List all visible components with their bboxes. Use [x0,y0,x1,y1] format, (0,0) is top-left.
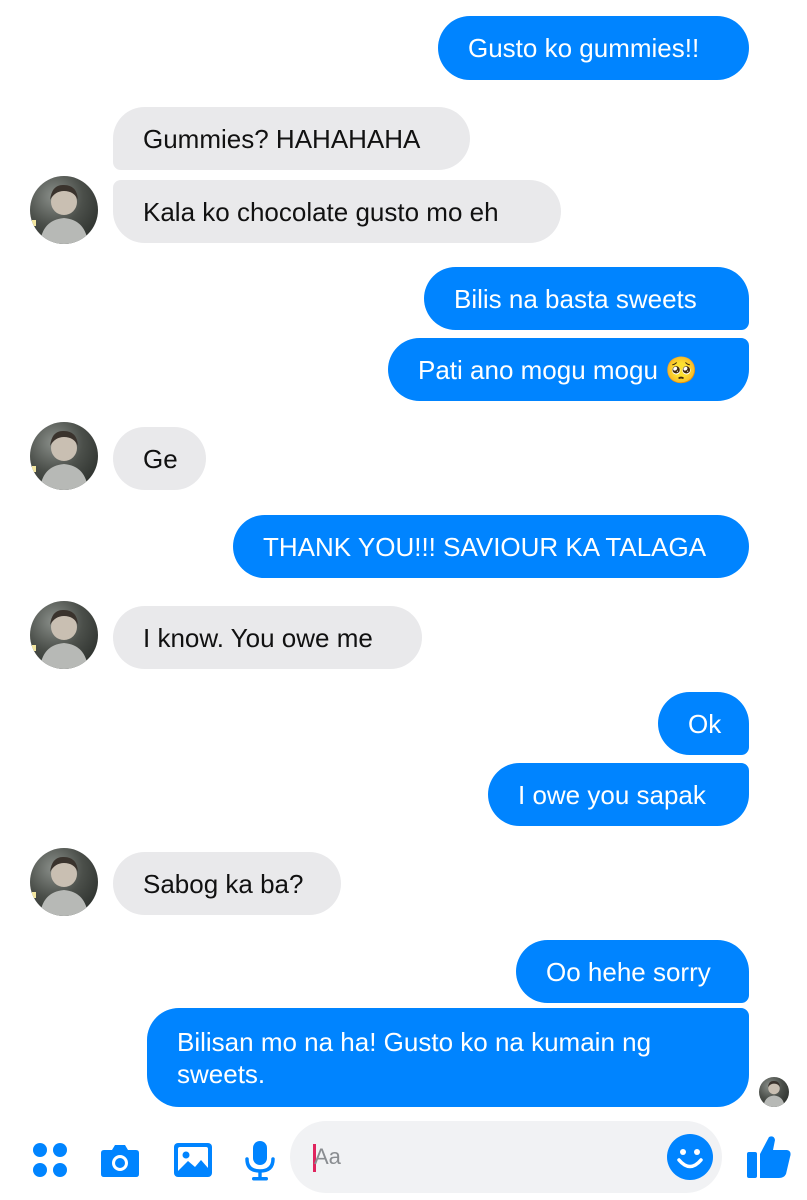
incoming-message[interactable]: Gummies? HAHAHAHA [113,107,470,170]
message-input-placeholder: Aa [314,1144,341,1169]
message-text: Gusto ko gummies!! [468,33,700,63]
message-text: Ok [688,708,722,739]
apps-button[interactable] [28,1138,72,1182]
message-input[interactable]: Aa [290,1121,722,1193]
contact-avatar[interactable] [30,848,98,916]
message-text: Sabog ka ba? [143,868,304,899]
person-photo-icon [32,856,88,916]
person-photo-icon [32,609,88,669]
outgoing-message[interactable]: Bilis na basta sweets [424,267,749,330]
message-text: I know. You owe me [143,622,373,653]
person-photo-icon [32,184,88,244]
emoji-icon [667,1134,713,1180]
outgoing-message[interactable]: Gusto ko gummies!! [438,16,749,80]
emoji-button[interactable] [666,1133,714,1181]
outgoing-message[interactable]: Pati ano mogu mogu 🥺 [388,338,749,401]
message-text: Bilis na basta sweets [454,283,697,314]
microphone-button[interactable] [238,1138,282,1182]
camera-icon [101,1145,139,1177]
thumbs-up-button[interactable] [744,1131,794,1181]
camera-button[interactable] [98,1138,142,1182]
incoming-message[interactable]: I know. You owe me [113,606,422,669]
microphone-icon [245,1141,275,1181]
message-text: Oo hehe sorry [546,956,711,987]
message-text: THANK YOU!!! SAVIOUR KA TALAGA [263,531,707,562]
message-text: Bilisan mo na ha! Gusto ko na kumain ng … [177,1026,652,1089]
contact-avatar[interactable] [30,176,98,244]
gallery-icon [174,1143,212,1177]
incoming-message[interactable]: Ge [113,427,206,490]
outgoing-message[interactable]: THANK YOU!!! SAVIOUR KA TALAGA [233,515,749,578]
message-text: I owe you sapak [518,779,706,810]
message-text: Ge [143,443,178,474]
outgoing-message[interactable]: I owe you sapak [488,763,749,826]
contact-avatar[interactable] [30,422,98,490]
outgoing-message[interactable]: Bilisan mo na ha! Gusto ko na kumain ng … [147,1008,749,1107]
message-text: Pati ano mogu mogu 🥺 [418,354,698,385]
outgoing-message[interactable]: Ok [658,692,749,755]
incoming-message[interactable]: Kala ko chocolate gusto mo eh [113,180,561,243]
message-text: Gummies? HAHAHAHA [143,123,421,154]
message-text: Kala ko chocolate gusto mo eh [143,196,499,227]
contact-avatar[interactable] [30,601,98,669]
message-thread: Gusto ko gummies!! Gummies? HAHAHAHA Kal… [0,0,807,1120]
person-photo-icon [32,430,88,490]
outgoing-message[interactable]: Oo hehe sorry [516,940,749,1003]
gallery-button[interactable] [171,1138,215,1182]
seen-indicator-avatar [759,1077,789,1107]
apps-icon [33,1143,67,1177]
person-photo-icon [763,1080,785,1107]
incoming-message[interactable]: Sabog ka ba? [113,852,341,915]
thumbs-up-icon [747,1136,791,1178]
